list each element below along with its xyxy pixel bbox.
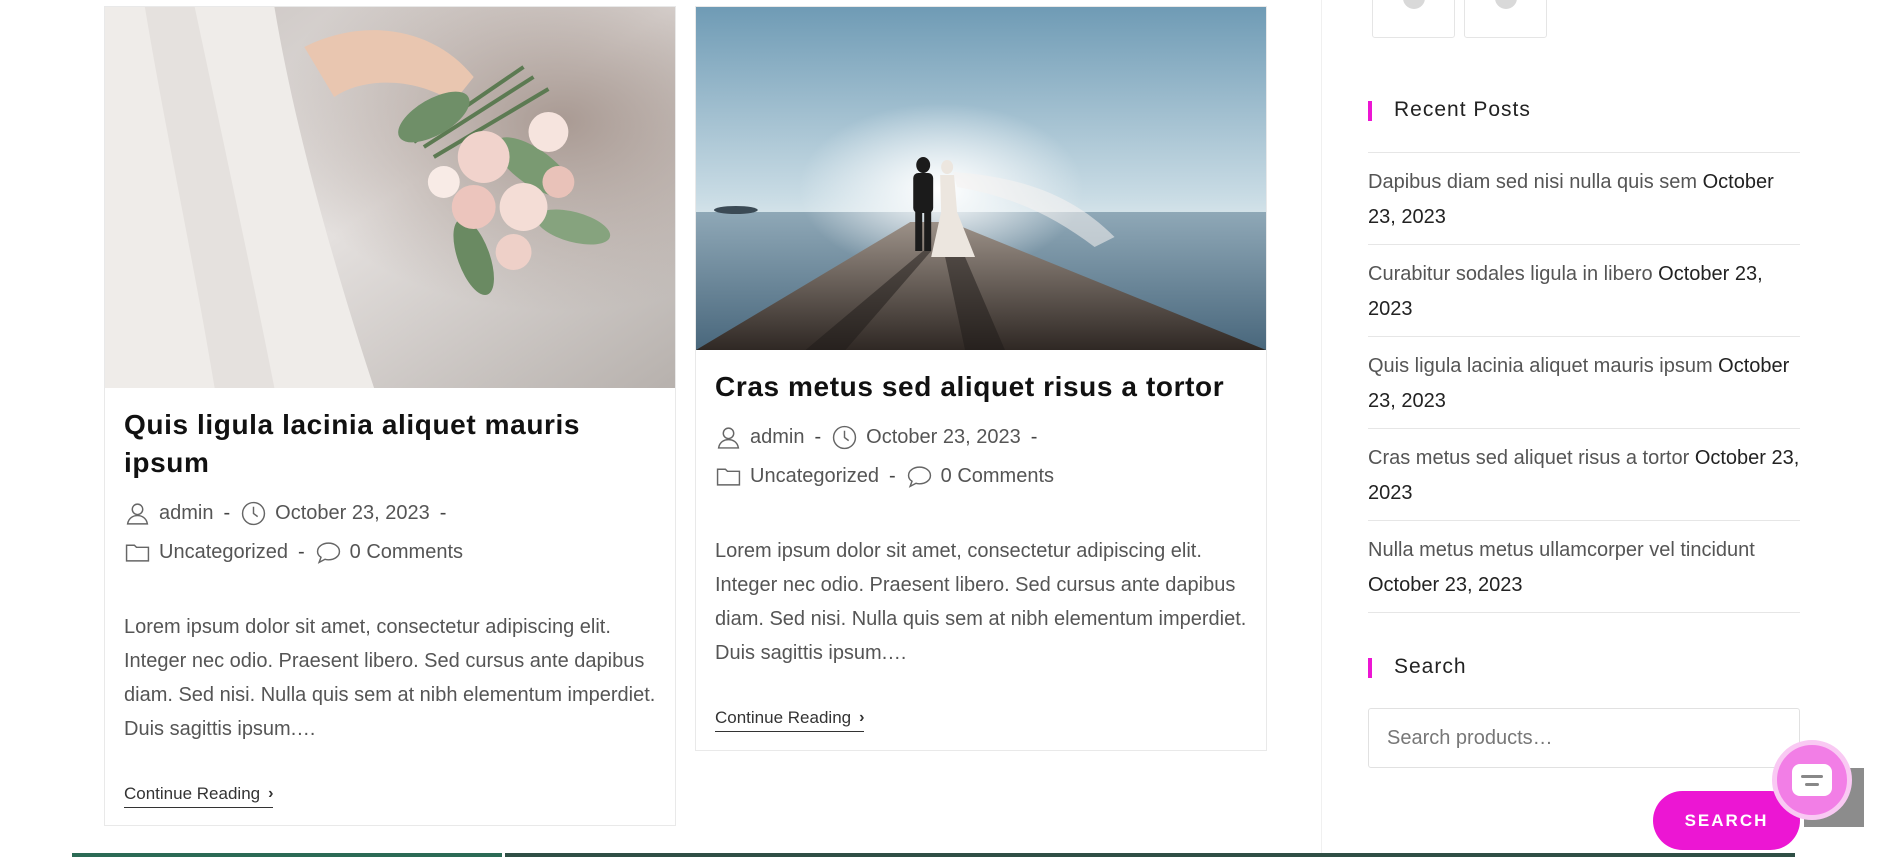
chevron-right-icon: › [859,709,865,726]
list-item: Cras metus sed aliquet risus a tortor Oc… [1368,429,1800,521]
search-input[interactable] [1368,708,1800,768]
meta-line: admin - October 23, 2023 - [124,494,656,533]
social-icon [1495,0,1517,9]
bouquet-image [105,7,675,388]
social-button[interactable] [1372,0,1455,38]
meta-separator: - [1030,426,1038,448]
post-card: Cras metus sed aliquet risus a tortor ad… [695,6,1267,751]
recent-post-date: October 23, 2023 [1368,574,1523,596]
meta-separator: - [297,541,305,563]
post-title[interactable]: Cras metus sed aliquet risus a tortor [715,368,1247,406]
recent-post-link[interactable]: Dapibus diam sed nisi nulla quis sem [1368,171,1697,193]
meta-separator: - [439,502,447,524]
pier-couple-image [696,7,1266,350]
comment-icon [906,463,933,490]
continue-reading-link[interactable]: Continue Reading › [124,784,274,808]
recent-post-link[interactable]: Curabitur sodales ligula in libero [1368,263,1653,285]
search-widget-title: Search [1368,655,1467,679]
post-thumbnail-pier[interactable] [696,7,1266,350]
sidebar-divider [1321,0,1322,857]
footer-edge [72,853,502,857]
recent-post-link[interactable]: Nulla metus metus ullamcorper vel tincid… [1368,539,1755,561]
post-title[interactable]: Quis ligula lacinia aliquet mauris ipsum [124,406,656,482]
post-comments[interactable]: 0 Comments [350,533,463,572]
recent-post-link[interactable]: Cras metus sed aliquet risus a tortor [1368,447,1689,469]
post-meta: admin - October 23, 2023 - Uncategorized… [715,418,1247,496]
folder-icon [124,539,151,566]
post-category[interactable]: Uncategorized [750,457,879,496]
social-icon [1403,0,1425,9]
post-author[interactable]: admin [159,494,213,533]
user-icon [124,500,151,527]
post-excerpt: Lorem ipsum dolor sit amet, consectetur … [124,616,656,740]
clock-icon [831,424,858,451]
meta-separator: - [223,502,231,524]
meta-line: admin - October 23, 2023 - [715,418,1247,457]
list-item: Quis ligula lacinia aliquet mauris ipsum… [1368,337,1800,429]
post-body: Quis ligula lacinia aliquet mauris ipsum… [105,406,675,808]
post-comments[interactable]: 0 Comments [941,457,1054,496]
recent-posts-list: Dapibus diam sed nisi nulla quis sem Oct… [1368,152,1800,613]
post-author[interactable]: admin [750,418,804,457]
meta-line: Uncategorized - 0 Comments [124,533,656,572]
comment-icon [315,539,342,566]
post-body: Cras metus sed aliquet risus a tortor ad… [696,368,1266,732]
user-icon [715,424,742,451]
post-excerpt: Lorem ipsum dolor sit amet, consectetur … [715,540,1247,664]
list-item: Nulla metus metus ullamcorper vel tincid… [1368,521,1800,613]
post-date: October 23, 2023 [866,426,1021,448]
clock-icon [240,500,267,527]
post-category[interactable]: Uncategorized [159,533,288,572]
post-card: Quis ligula lacinia aliquet mauris ipsum… [104,6,676,826]
post-date: October 23, 2023 [275,502,430,524]
list-item: Curabitur sodales ligula in libero Octob… [1368,245,1800,337]
list-item: Dapibus diam sed nisi nulla quis sem Oct… [1368,153,1800,245]
chat-widget-button[interactable] [1772,740,1852,820]
recent-post-link[interactable]: Quis ligula lacinia aliquet mauris ipsum [1368,355,1713,377]
chat-icon [1792,764,1832,796]
continue-reading-link[interactable]: Continue Reading › [715,708,865,732]
continue-reading-label: Continue Reading [715,708,852,727]
post-thumbnail-bouquet[interactable] [105,7,675,388]
chevron-right-icon: › [268,785,274,802]
continue-wrap: Continue Reading › [715,708,1247,732]
folder-icon [715,463,742,490]
post-meta: admin - October 23, 2023 - Uncategorized… [124,494,656,572]
meta-separator: - [814,426,822,448]
meta-separator: - [888,465,896,487]
social-button[interactable] [1464,0,1547,38]
recent-posts-title: Recent Posts [1368,98,1531,122]
footer-edge [505,853,1795,857]
continue-wrap: Continue Reading › [124,784,656,808]
continue-reading-label: Continue Reading [124,784,261,803]
meta-line: Uncategorized - 0 Comments [715,457,1247,496]
